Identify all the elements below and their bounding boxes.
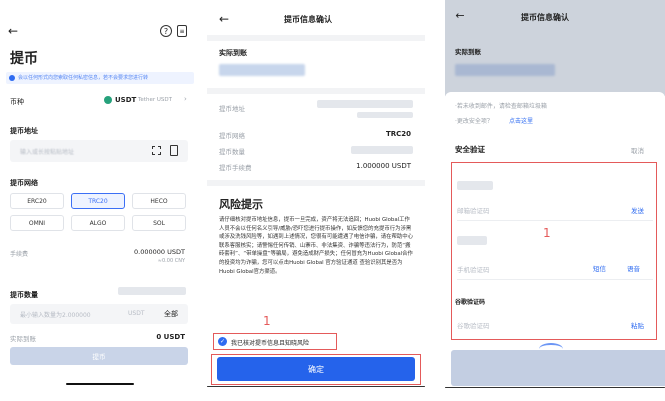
home-indicator <box>66 383 134 385</box>
back-arrow-icon[interactable]: ← <box>217 12 231 26</box>
page-title: 提币 <box>10 51 38 67</box>
phone-blurred <box>457 236 487 245</box>
amount-label: 提币数量 <box>219 148 245 156</box>
home-indicator <box>207 386 425 387</box>
received-label: 实际到账 <box>219 49 247 57</box>
loading-spinner <box>539 343 563 349</box>
coin-selector[interactable]: USDT Tether USDT › <box>104 95 190 106</box>
divider <box>457 220 653 221</box>
help-icon[interactable]: ? <box>160 25 172 37</box>
withdraw-screen: ← ? ≡ 提币 会以任何形式向您索取任何私密信息，若不会要求您进行转 币种 U… <box>0 0 197 401</box>
voice-button[interactable]: 语音 <box>627 263 640 273</box>
divider <box>457 279 653 280</box>
received-label: 实际到账 <box>455 48 481 56</box>
divider <box>207 88 425 94</box>
confirm-screen: ← 提币信息确认 实际到账 提币地址 提币网络 TRC20 提币数量 提币手续费… <box>207 0 425 401</box>
amount-label: 提币数量 <box>10 291 38 299</box>
amount-placeholder: 最小输入数量为2.000000 <box>20 312 91 319</box>
security-verify-screen: ← 提币信息确认 实际到账 ·若未收到邮件，请检查邮箱垃圾箱 ·更改安全项？ 点… <box>445 0 665 401</box>
checkbox-label: 我已核对提币信息且知晓风险 <box>231 340 310 347</box>
address-placeholder: 输入或长按粘贴地址 <box>20 149 75 156</box>
annotation-number-1: 1 <box>263 314 271 328</box>
address-label: 提币地址 <box>219 105 245 113</box>
home-indicator <box>445 387 665 388</box>
network-option-sol[interactable]: SOL <box>132 215 186 231</box>
info-icon <box>9 75 15 81</box>
network-option-algo[interactable]: ALGO <box>71 215 125 231</box>
confirm-label: 确定 <box>308 364 324 374</box>
received-amount-blurred <box>455 64 555 76</box>
received-amount-blurred <box>219 64 305 76</box>
coin-label: 币种 <box>10 98 24 106</box>
coin-value: USDT <box>115 96 137 104</box>
fee-value: 1.000000 USDT <box>356 162 411 170</box>
annotation-number-1: 1 <box>543 226 551 240</box>
address-book-icon[interactable] <box>170 145 178 156</box>
screen-title: 提币信息确认 <box>284 15 332 24</box>
notice-banner: 会以任何形式向您索取任何私密信息，若不会要求您进行转 <box>6 72 194 84</box>
google-code-label: 谷歌验证码 <box>455 299 486 306</box>
sheet-title: 安全验证 <box>455 145 485 154</box>
screen-title: 提币信息确认 <box>521 13 569 22</box>
address-label: 提币地址 <box>10 127 38 135</box>
paste-button[interactable]: 粘贴 <box>631 320 644 330</box>
network-label: 提币网络 <box>10 179 38 187</box>
confirm-button-disabled[interactable] <box>451 350 665 386</box>
sms-code-input[interactable]: 手机验证码 <box>457 264 490 274</box>
all-button[interactable]: 全部 <box>164 309 178 319</box>
back-arrow-icon[interactable]: ← <box>6 24 20 38</box>
divider <box>207 35 425 41</box>
notice-text: 会以任何形式向您索取任何私密信息，若不会要求您进行转 <box>18 75 149 81</box>
received-label: 实际到账 <box>10 335 36 343</box>
confirm-button[interactable]: 确定 <box>217 357 415 381</box>
send-button[interactable]: 发送 <box>631 205 644 215</box>
google-code-input[interactable]: 谷歌验证码 <box>457 320 490 330</box>
network-option-erc20[interactable]: ERC20 <box>10 193 64 209</box>
submit-button[interactable]: 提币 <box>10 347 188 365</box>
chevron-right-icon: › <box>184 95 187 103</box>
network-value: TRC20 <box>385 130 411 138</box>
network-label: 提币网络 <box>219 132 245 140</box>
back-arrow-icon[interactable]: ← <box>453 8 467 22</box>
address-input[interactable]: 输入或长按粘贴地址 <box>10 140 188 162</box>
usdt-logo-icon <box>104 96 112 104</box>
click-here-link[interactable]: 点击这里 <box>509 116 533 125</box>
fee-cny: ≈0.00 CNY <box>157 258 185 264</box>
network-option-heco[interactable]: HECO <box>132 193 186 209</box>
divider <box>207 180 425 186</box>
submit-label: 提币 <box>92 353 106 361</box>
balance-blurred <box>118 287 186 295</box>
address-blurred-2 <box>357 112 413 118</box>
amount-unit: USDT <box>128 310 145 317</box>
fee-label: 提币手续费 <box>219 164 252 172</box>
risk-title: 风险提示 <box>219 198 263 211</box>
received-value: 0 USDT <box>156 333 185 341</box>
address-blurred <box>317 100 413 108</box>
amount-blurred <box>351 146 413 154</box>
network-option-omni[interactable]: OMNI <box>10 215 64 231</box>
records-icon[interactable]: ≡ <box>177 25 187 37</box>
fee-label: 手续费 <box>10 251 29 258</box>
network-option-trc20[interactable]: TRC20 <box>71 193 125 209</box>
no-email-hint: ·若未收到邮件，请检查邮箱垃圾箱 <box>455 103 547 110</box>
risk-checkbox[interactable]: ✓ <box>218 337 227 346</box>
risk-text: 请仔细核对提币地址信息，提币一旦完成，资产将无法追回；Huobi Global工… <box>219 217 414 275</box>
email-code-input[interactable]: 邮箱验证码 <box>457 205 490 215</box>
change-security-hint: ·更改安全项？ <box>455 118 493 125</box>
email-blurred <box>457 181 493 190</box>
scan-icon[interactable] <box>152 146 161 155</box>
cancel-button[interactable]: 取消 <box>631 145 644 155</box>
coin-subtitle: Tether USDT <box>138 97 172 103</box>
amount-input[interactable]: 最小输入数量为2.000000 USDT 全部 <box>10 304 188 324</box>
fee-value: 0.000000 USDT <box>134 248 185 256</box>
sms-button[interactable]: 短信 <box>593 263 606 273</box>
